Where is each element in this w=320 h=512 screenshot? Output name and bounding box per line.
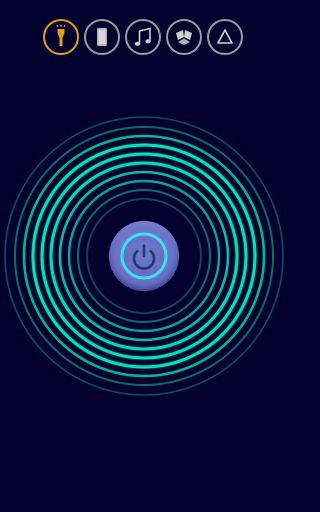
power-button-face: [109, 221, 179, 291]
power-icon: [120, 232, 168, 280]
mode-button-warning[interactable]: [207, 19, 243, 55]
mode-button-music[interactable]: [125, 19, 161, 55]
mode-button-strobe[interactable]: [166, 19, 202, 55]
flashlight-screen: [0, 0, 288, 512]
strobe-fan-icon: [176, 30, 192, 45]
warning-triangle-icon: [217, 29, 233, 44]
mode-toolbar: [43, 19, 245, 55]
mode-button-screen-light[interactable]: [84, 19, 120, 55]
power-button[interactable]: [109, 221, 179, 291]
screen-light-icon: [97, 28, 107, 46]
music-note-icon: [134, 27, 151, 46]
mode-button-flashlight[interactable]: [43, 19, 79, 55]
flashlight-icon: [56, 24, 66, 46]
